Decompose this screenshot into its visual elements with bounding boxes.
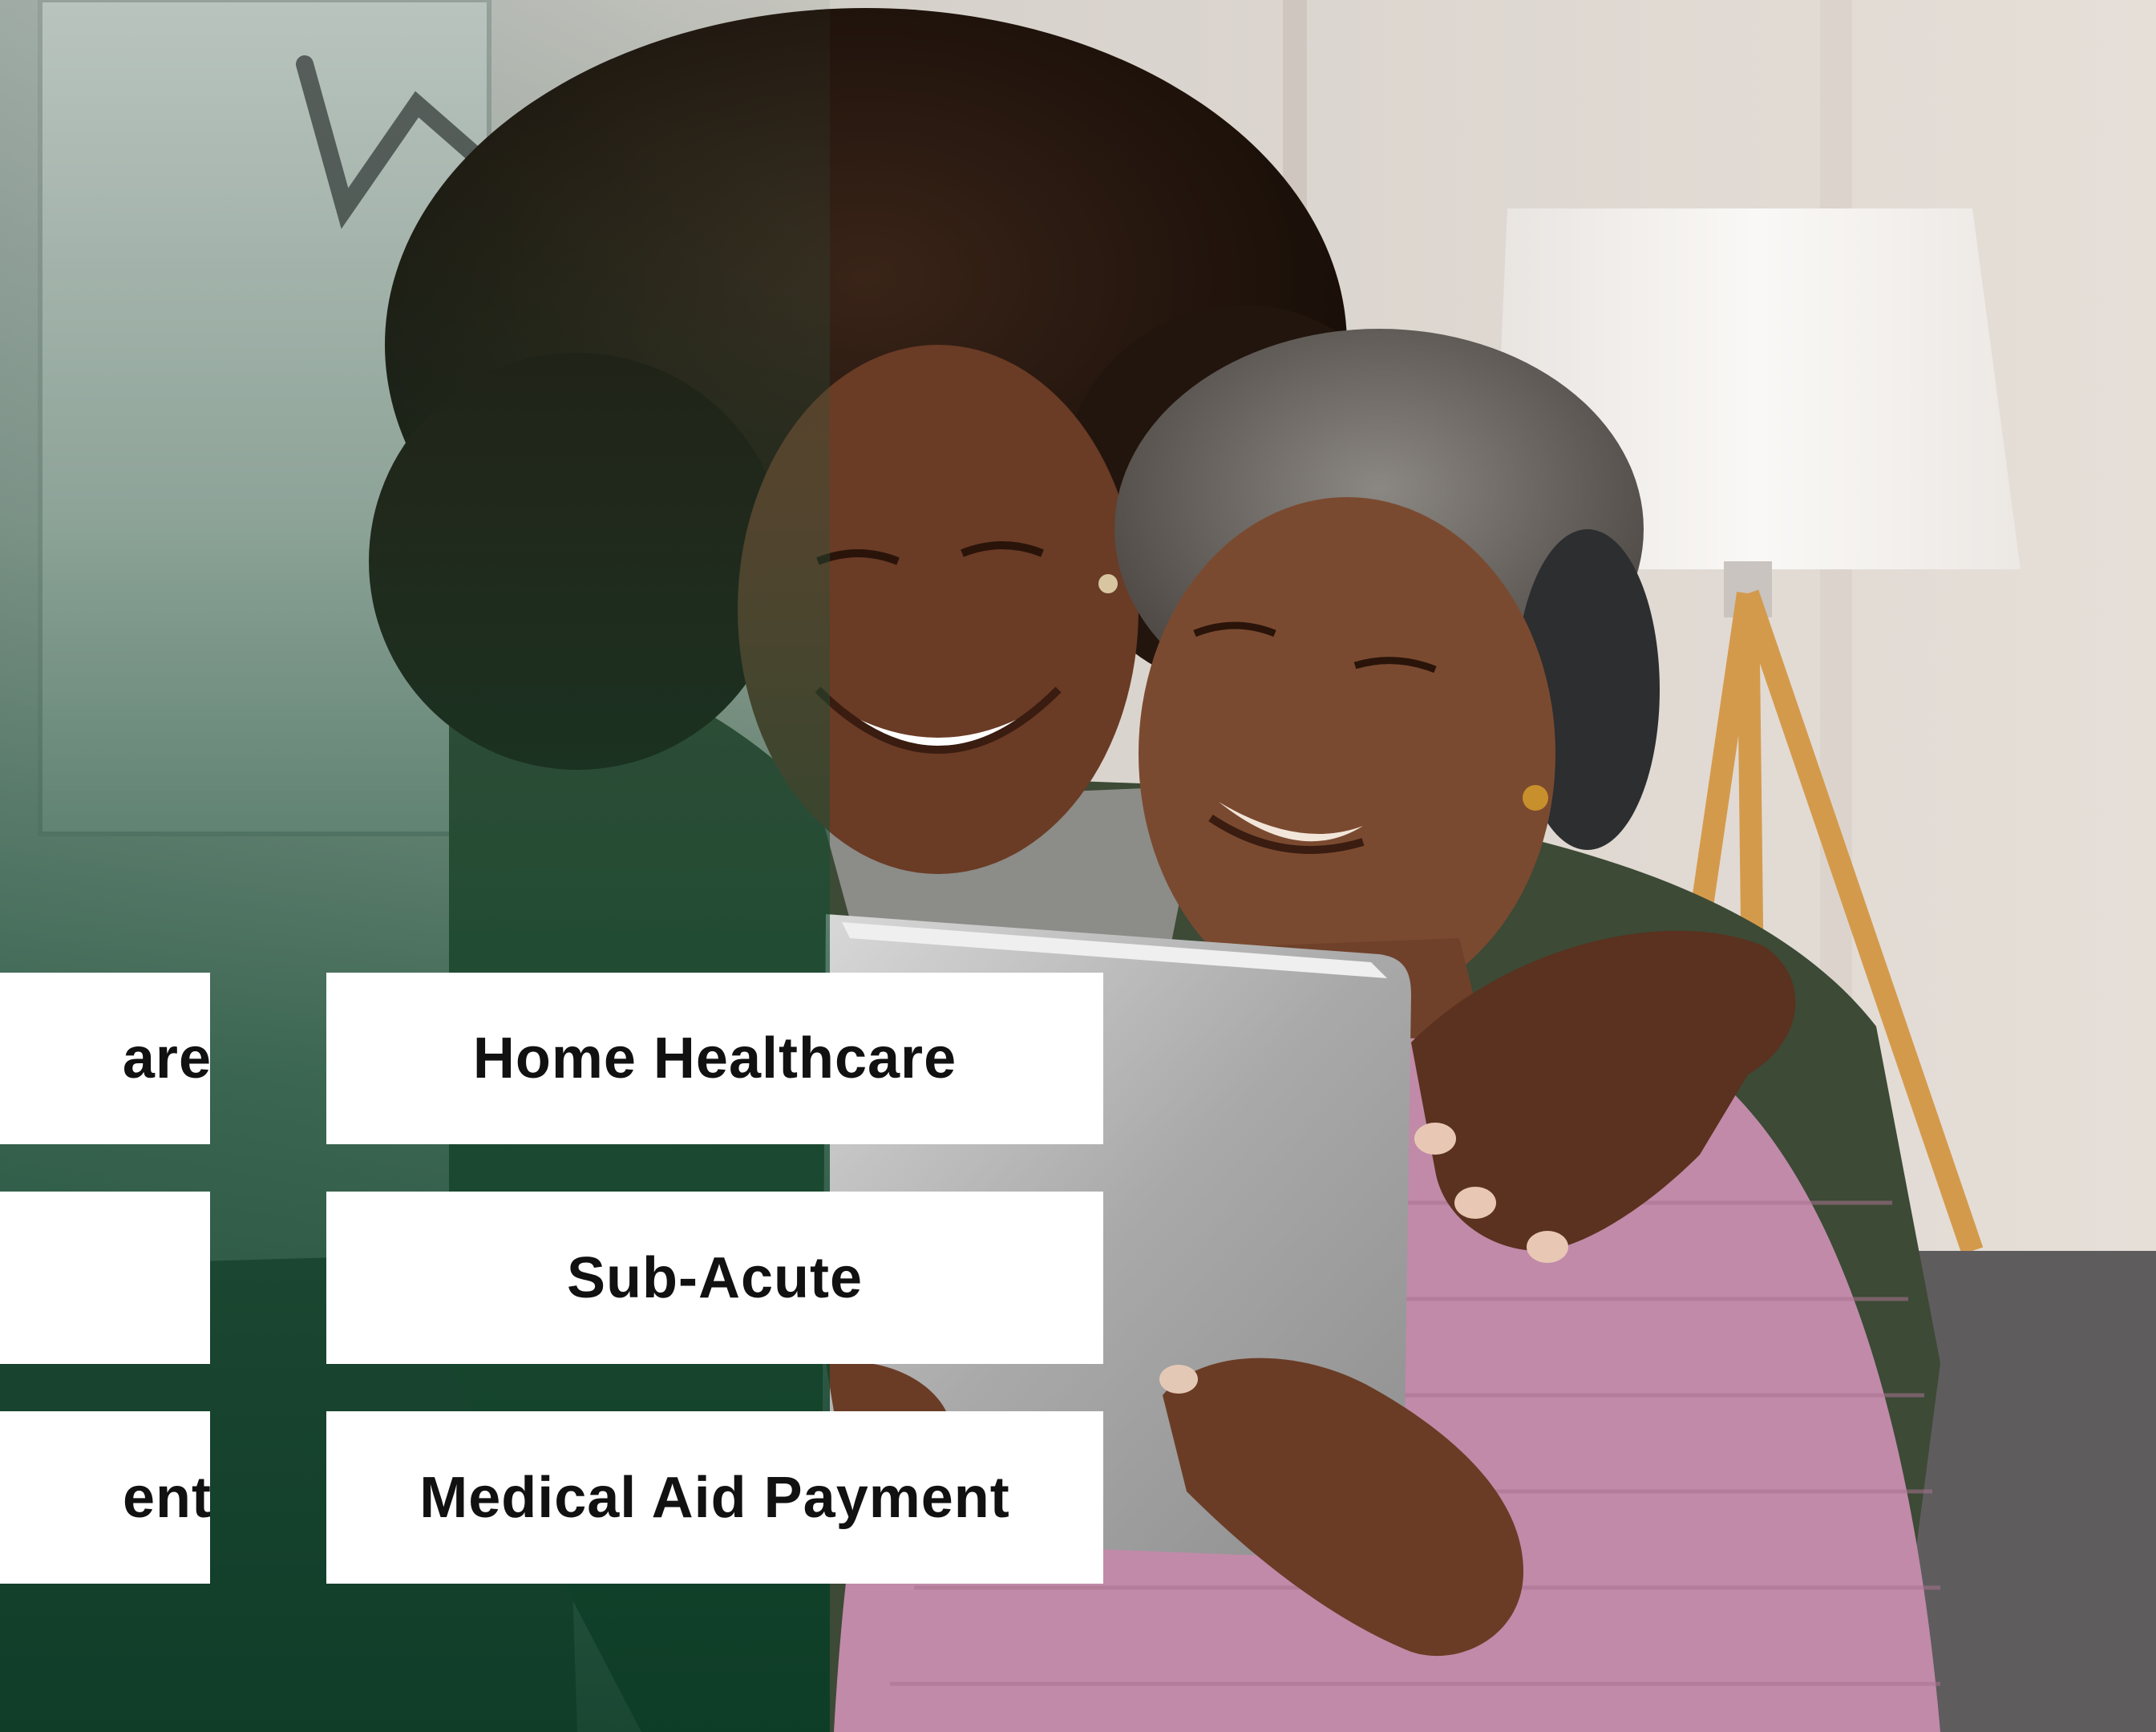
sub-acute-label: Sub-Acute [567,1245,863,1310]
service-button-left-1-label: are [122,1026,210,1091]
service-button-left-3-label: ent [123,1465,210,1530]
young-woman-face [738,345,1139,874]
home-healthcare-label: Home Healthcare [472,1026,957,1091]
medical-aid-payment-button[interactable]: Medical Aid Payment [326,1411,1103,1584]
service-button-left-3[interactable]: ent [0,1411,210,1584]
home-healthcare-button[interactable]: Home Healthcare [326,973,1103,1144]
service-button-left-2[interactable] [0,1192,210,1364]
sub-acute-button[interactable]: Sub-Acute [326,1192,1103,1364]
older-woman-face [1139,497,1555,1010]
medical-aid-payment-label: Medical Aid Payment [419,1465,1010,1530]
service-button-left-1[interactable]: are [0,973,210,1144]
